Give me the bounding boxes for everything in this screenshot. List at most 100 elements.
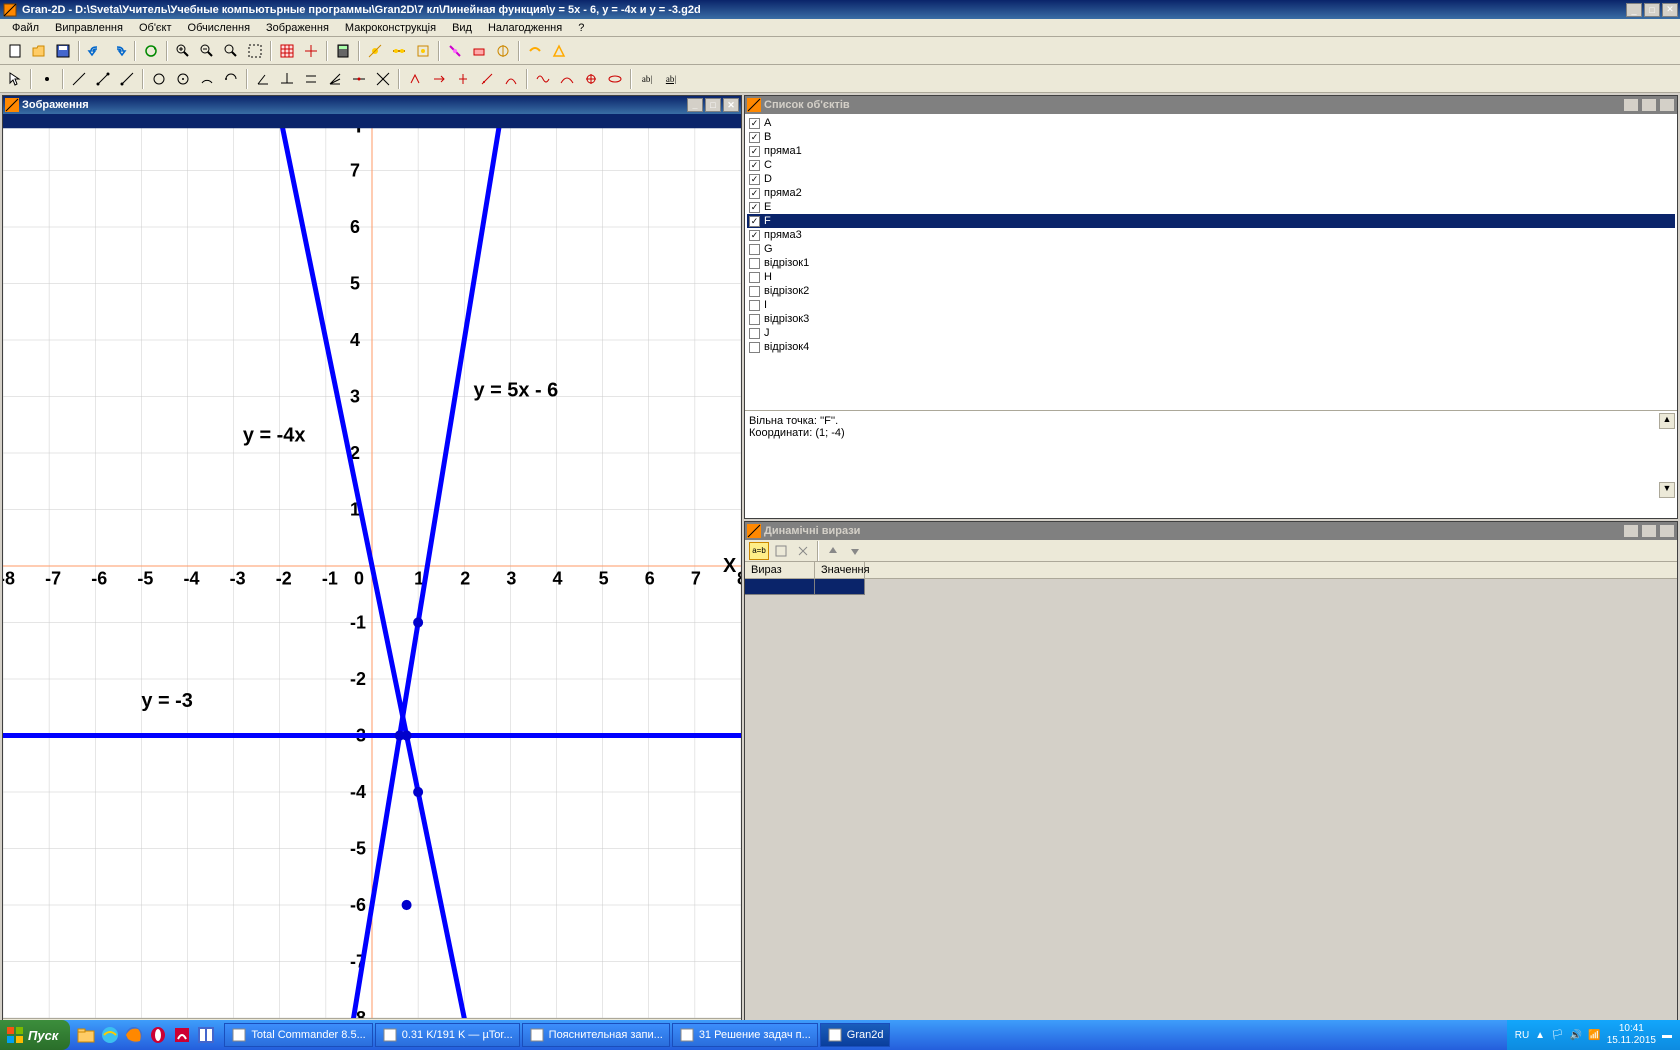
axes-icon[interactable] xyxy=(300,40,322,62)
redo-icon[interactable] xyxy=(108,40,130,62)
open-file-icon[interactable] xyxy=(28,40,50,62)
dynamic-maximize-button[interactable]: □ xyxy=(1641,524,1657,538)
object-checkbox[interactable]: ✓ xyxy=(749,216,760,227)
ql-tc-icon[interactable] xyxy=(194,1023,218,1047)
taskbar-item[interactable]: 31 Решение задач п... xyxy=(672,1023,818,1047)
graph-close-button[interactable]: ✕ xyxy=(723,98,739,112)
object-list-item[interactable]: ✓F xyxy=(747,214,1675,228)
object-checkbox[interactable]: ✓ xyxy=(749,188,760,199)
ql-app-icon[interactable] xyxy=(170,1023,194,1047)
arc2-tool-icon[interactable] xyxy=(220,68,242,90)
dyn-col-expr[interactable]: Вираз xyxy=(745,562,815,578)
object-checkbox[interactable] xyxy=(749,258,760,269)
tool-g-icon[interactable] xyxy=(524,40,546,62)
object-checkbox[interactable]: ✓ xyxy=(749,230,760,241)
tool-b-icon[interactable] xyxy=(388,40,410,62)
object-list-item[interactable]: ✓пряма2 xyxy=(747,186,1675,200)
object-list-item[interactable]: ✓C xyxy=(747,158,1675,172)
object-checkbox[interactable] xyxy=(749,328,760,339)
start-button[interactable]: Пуск xyxy=(0,1020,70,1050)
object-checkbox[interactable] xyxy=(749,314,760,325)
parallel-tool-icon[interactable] xyxy=(300,68,322,90)
grid-icon[interactable] xyxy=(276,40,298,62)
object-list-item[interactable]: ✓пряма1 xyxy=(747,144,1675,158)
object-list-item[interactable]: ✓пряма3 xyxy=(747,228,1675,242)
object-checkbox[interactable] xyxy=(749,272,760,283)
midpoint-tool-icon[interactable] xyxy=(348,68,370,90)
menu-item[interactable]: Вид xyxy=(444,20,480,36)
objects-minimize-button[interactable]: _ xyxy=(1623,98,1639,112)
zoom-in-icon[interactable] xyxy=(172,40,194,62)
taskbar-item[interactable]: Пояснительная запи... xyxy=(522,1023,670,1047)
circle-tool-icon[interactable] xyxy=(148,68,170,90)
objects-maximize-button[interactable]: □ xyxy=(1641,98,1657,112)
menu-item[interactable]: Обчислення xyxy=(180,20,259,36)
circle2-tool-icon[interactable] xyxy=(172,68,194,90)
dyn-cell-expr[interactable] xyxy=(745,579,815,595)
menu-item[interactable]: Виправлення xyxy=(47,20,131,36)
object-list-item[interactable]: відрізок2 xyxy=(747,284,1675,298)
menu-item[interactable]: Файл xyxy=(4,20,47,36)
object-checkbox[interactable] xyxy=(749,300,760,311)
minimize-button[interactable]: _ xyxy=(1626,3,1642,17)
dyn-cell-value[interactable] xyxy=(815,579,865,595)
graph-maximize-button[interactable]: □ xyxy=(705,98,721,112)
object-checkbox[interactable]: ✓ xyxy=(749,118,760,129)
ray-tool-icon[interactable] xyxy=(116,68,138,90)
taskbar-item[interactable]: Gran2d xyxy=(820,1023,891,1047)
dyn-delete-icon[interactable] xyxy=(793,542,813,560)
zoom-window-icon[interactable] xyxy=(244,40,266,62)
object-checkbox[interactable]: ✓ xyxy=(749,202,760,213)
object-checkbox[interactable]: ✓ xyxy=(749,132,760,143)
object-list-item[interactable]: відрізок4 xyxy=(747,340,1675,354)
transform3-tool-icon[interactable] xyxy=(452,68,474,90)
undo-icon[interactable] xyxy=(84,40,106,62)
arc-tool-icon[interactable] xyxy=(196,68,218,90)
tray-show-desktop[interactable]: ▬ xyxy=(1662,1030,1672,1041)
tool-c-icon[interactable] xyxy=(412,40,434,62)
bisector-tool-icon[interactable] xyxy=(324,68,346,90)
object-checkbox[interactable] xyxy=(749,286,760,297)
curve1-tool-icon[interactable] xyxy=(532,68,554,90)
menu-item[interactable]: Макроконструкція xyxy=(337,20,444,36)
object-checkbox[interactable] xyxy=(749,342,760,353)
dynamic-table[interactable]: Вираз Значення xyxy=(745,562,1677,595)
label-tool-icon[interactable]: ab| xyxy=(660,68,682,90)
ql-firefox-icon[interactable] xyxy=(122,1023,146,1047)
tray-lang[interactable]: RU xyxy=(1515,1030,1529,1041)
menu-item[interactable]: Об'єкт xyxy=(131,20,180,36)
dyn-edit-icon[interactable] xyxy=(771,542,791,560)
tool-h-icon[interactable] xyxy=(548,40,570,62)
tool-d-icon[interactable] xyxy=(444,40,466,62)
object-checkbox[interactable]: ✓ xyxy=(749,174,760,185)
calculator-icon[interactable] xyxy=(332,40,354,62)
tool-a-icon[interactable] xyxy=(364,40,386,62)
tray-network-icon[interactable]: 📶 xyxy=(1588,1030,1600,1041)
dyn-down-icon[interactable] xyxy=(845,542,865,560)
dyn-col-value[interactable]: Значення xyxy=(815,562,865,578)
object-list-item[interactable]: I xyxy=(747,298,1675,312)
pointer-tool-icon[interactable] xyxy=(4,68,26,90)
refresh-icon[interactable] xyxy=(140,40,162,62)
intersect-tool-icon[interactable] xyxy=(372,68,394,90)
object-list-item[interactable]: J xyxy=(747,326,1675,340)
maximize-button[interactable]: □ xyxy=(1644,3,1660,17)
graph-minimize-button[interactable]: _ xyxy=(687,98,703,112)
curve2-tool-icon[interactable] xyxy=(556,68,578,90)
object-list-item[interactable]: G xyxy=(747,242,1675,256)
object-list[interactable]: ✓A✓B✓пряма1✓C✓D✓пряма2✓E✓F✓пряма3Gвідріз… xyxy=(745,114,1677,410)
taskbar-item[interactable]: Total Commander 8.5... xyxy=(224,1023,372,1047)
info-scroll-down[interactable]: ▼ xyxy=(1659,482,1675,498)
object-list-item[interactable]: відрізок1 xyxy=(747,256,1675,270)
object-list-item[interactable]: ✓A xyxy=(747,116,1675,130)
object-list-item[interactable]: відрізок3 xyxy=(747,312,1675,326)
objects-close-button[interactable]: ✕ xyxy=(1659,98,1675,112)
object-list-item[interactable]: H xyxy=(747,270,1675,284)
taskbar-item[interactable]: 0.31 K/191 K — µTor... xyxy=(375,1023,520,1047)
point-tool-icon[interactable] xyxy=(36,68,58,90)
object-checkbox[interactable]: ✓ xyxy=(749,146,760,157)
curve3-tool-icon[interactable] xyxy=(580,68,602,90)
perpendicular-tool-icon[interactable] xyxy=(276,68,298,90)
zoom-out-icon[interactable] xyxy=(196,40,218,62)
tool-f-icon[interactable] xyxy=(492,40,514,62)
